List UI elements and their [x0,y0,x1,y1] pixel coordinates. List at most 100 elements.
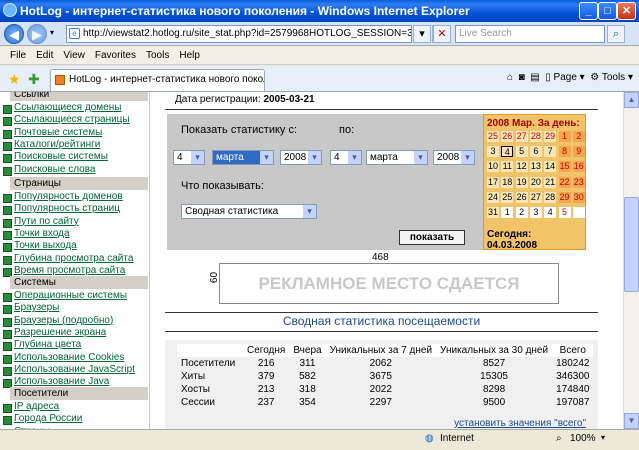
print-icon[interactable]: ▤ [530,72,539,83]
year-to-select[interactable]: 2008 [433,150,475,165]
calendar-day[interactable]: 2 [572,131,585,142]
calendar-day[interactable]: 13 [529,161,542,173]
calendar-day[interactable]: 21 [544,176,557,188]
calendar-day[interactable]: 16 [572,161,585,173]
calendar-day[interactable]: 2 [515,207,528,218]
calendar-day[interactable]: 24 [487,191,499,203]
month-to-select[interactable]: марта [366,150,428,165]
day-to-select[interactable]: 4 [330,150,362,165]
sidebar-link[interactable]: Ссылающиеся страницы [3,114,130,127]
calendar-day[interactable]: 28 [544,191,557,203]
calendar-day[interactable]: 20 [529,176,542,188]
calendar-day[interactable]: 4 [544,207,557,218]
sidebar-link[interactable]: Использование Java [2,376,109,389]
calendar-day[interactable]: 14 [544,161,557,173]
scroll-down-icon[interactable]: ▼ [624,413,639,429]
calendar-day[interactable]: 12 [515,161,528,173]
menu-edit[interactable]: Edit [36,50,53,61]
feeds-icon[interactable]: ◙ [519,72,525,83]
calendar-day[interactable]: 29 [544,131,557,142]
menu-help[interactable]: Help [179,50,200,61]
calendar-day[interactable]: 25 [487,131,499,142]
sidebar-link[interactable]: Популярность страниц [3,203,120,216]
zoom-level[interactable]: 100% [570,433,596,444]
calendar-day[interactable]: 29 [558,191,571,203]
calendar-day[interactable]: 6 [529,146,542,158]
sidebar-link[interactable]: Браузеры [2,302,59,315]
tab-hotlog[interactable]: HotLog - интернет-статистика нового поко… [50,69,265,91]
calendar-day[interactable]: 10 [487,161,499,173]
sidebar-link[interactable]: Популярность доменов [3,191,123,203]
calendar-day[interactable]: 7 [544,146,557,158]
home-icon[interactable]: ⌂ [507,72,513,83]
calendar-day[interactable]: 26 [515,191,528,203]
add-favorites-icon[interactable]: ✚ [28,71,40,88]
tools-menu[interactable]: Tools [602,72,625,83]
scroll-thumb[interactable] [624,197,639,292]
calendar-day[interactable]: 27 [529,191,542,203]
back-icon[interactable]: ◀ [4,24,24,44]
calendar-day[interactable]: 9 [572,146,585,158]
page-menu[interactable]: Page [554,72,577,83]
sidebar-link[interactable]: Пути по сайту [3,216,79,228]
sidebar-link[interactable]: Точки выхода [3,240,77,253]
calendar-day[interactable]: 17 [487,176,499,188]
favorites-star-icon[interactable]: ★ [8,71,21,88]
menu-favorites[interactable]: Favorites [95,50,136,61]
sidebar-link[interactable]: Глубина просмотра сайта [2,253,133,265]
calendar-day[interactable]: 31 [487,207,499,218]
day-from-select[interactable]: 4 [173,150,205,165]
menu-tools[interactable]: Tools [146,50,169,61]
sidebar-link[interactable]: Браузеры (подробно) [2,315,113,327]
sidebar-link[interactable]: Использование JavaScript [3,364,135,376]
calendar-day[interactable]: 1 [501,207,514,218]
calendar-day[interactable]: 11 [501,161,514,173]
search-input[interactable]: Live Search [455,25,605,43]
minimize-button[interactable]: _ [579,2,598,20]
sidebar-link[interactable]: Глубина цвета [2,339,81,352]
calendar-day[interactable]: 4 [501,146,514,158]
calendar-day[interactable]: 19 [515,176,528,188]
calendar-day[interactable]: 25 [501,191,514,203]
calendar-day[interactable]: 3 [487,146,499,158]
calendar-day[interactable]: 5 [515,146,528,158]
calendar-day[interactable]: 1 [558,131,571,142]
sidebar-link[interactable]: Время просмотра сайта [2,265,125,277]
forward-icon[interactable]: ▶ [27,24,47,44]
sidebar-link[interactable]: Почтовые системы [2,127,102,139]
calendar-day[interactable]: 27 [515,131,528,142]
year-from-select[interactable]: 2008 [280,150,322,165]
sidebar-link[interactable]: Ссылающиеся домены [2,102,121,114]
calendar-day[interactable]: 5 [558,207,571,218]
banner-ad[interactable]: РЕКЛАМНОЕ МЕСТО СДАЕТСЯ [219,263,559,304]
close-button[interactable]: ✕ [617,2,636,20]
calendar-day[interactable]: 18 [501,176,514,188]
calendar-day[interactable]: 8 [558,146,571,158]
sidebar-link[interactable]: IP адреса [2,401,59,413]
maximize-button[interactable]: □ [598,2,617,20]
menu-file[interactable]: File [10,50,26,61]
calendar-day[interactable]: 23 [572,176,585,188]
calendar-day[interactable]: 15 [558,161,571,173]
address-dropdown-icon[interactable]: ▾ [413,25,431,43]
sidebar-link[interactable]: Каталоги/рейтинги [2,139,100,151]
scroll-up-icon[interactable]: ▲ [624,92,639,108]
sidebar-link[interactable]: Поисковые слова [3,164,96,176]
stop-icon[interactable]: ✕ [433,25,451,43]
sidebar-link[interactable]: Поисковые системы [3,151,108,164]
sidebar-link[interactable]: Разрешение экрана [2,327,106,339]
calendar-day[interactable]: 26 [501,131,514,142]
history-dropdown-icon[interactable]: ▾ [50,28,54,37]
sidebar-link[interactable]: Операционные системы [2,290,127,302]
calendar-day[interactable]: 30 [572,191,585,203]
address-input[interactable]: e http://viewstat2.hotlog.ru/site_stat.p… [66,25,412,43]
month-from-select[interactable]: марта [212,150,274,165]
vertical-scrollbar[interactable]: ▲ ▼ [623,92,639,429]
calendar-day[interactable]: 22 [558,176,571,188]
sidebar-link[interactable]: Использование Cookies [2,352,124,364]
sidebar-link[interactable]: Города России [2,413,82,426]
show-button[interactable]: показать [399,230,465,245]
search-icon[interactable]: ⌕ [607,25,625,43]
set-all-link[interactable]: установить значения "всего" [454,418,586,429]
calendar-day[interactable]: 3 [529,207,542,218]
